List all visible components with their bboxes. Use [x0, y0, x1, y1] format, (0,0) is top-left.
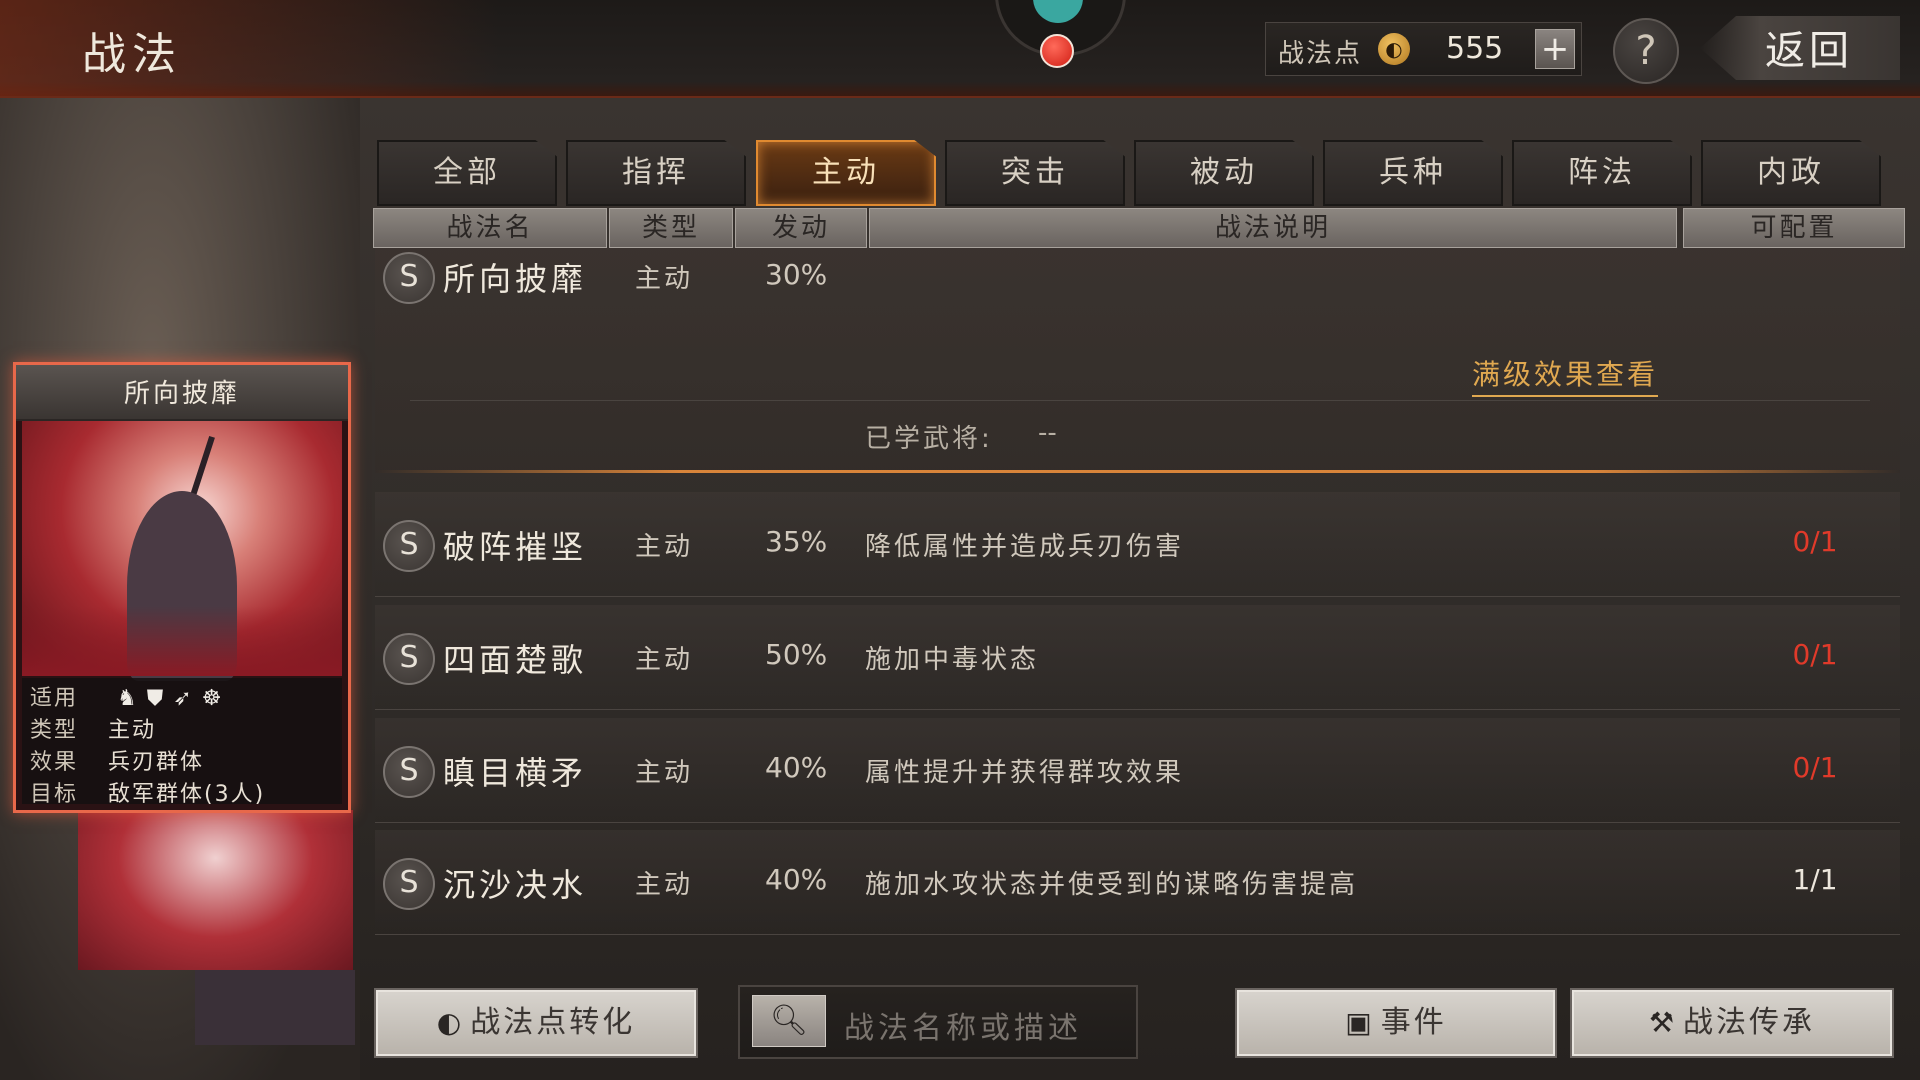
tactic-type: 主动 [635, 264, 694, 294]
card-artwork [22, 421, 342, 681]
help-button[interactable]: ? [1613, 18, 1679, 84]
hammer-icon: ⚒ [1648, 1006, 1678, 1039]
tab-assault[interactable]: 突击 [945, 140, 1125, 206]
learned-generals-label: 已学武将: [865, 424, 993, 454]
header-tactic-name[interactable]: 战法名 [373, 208, 607, 248]
tactic-description: 降低属性并造成兵刃伤害 [865, 532, 1185, 562]
tactic-type: 主动 [635, 645, 694, 675]
tab-formation[interactable]: 阵法 [1512, 140, 1692, 206]
card-stack-back [78, 810, 353, 970]
event-icon: ▣ [1345, 1006, 1375, 1039]
tab-active[interactable]: 主动 [756, 140, 936, 206]
table-row[interactable]: S 破阵摧坚 主动 35% 降低属性并造成兵刃伤害 0/1 [375, 492, 1900, 597]
info-target: 目标 敌军群体(3人) [30, 776, 266, 807]
tactic-description: 属性提升并获得群攻效果 [865, 758, 1185, 788]
tactic-name: 破阵摧坚 [443, 528, 588, 566]
grade-badge: S [383, 252, 435, 304]
learned-generals-value: -- [1038, 418, 1057, 448]
page-title: 战法 [82, 29, 182, 80]
table-row[interactable]: S 瞋目横矛 主动 40% 属性提升并获得群攻效果 0/1 [375, 718, 1900, 823]
tactic-inherit-button[interactable]: ⚒ 战法传承 [1570, 988, 1894, 1058]
info-type: 类型 主动 [30, 712, 157, 743]
header-trigger-rate[interactable]: 发动 [735, 208, 867, 248]
tactic-rate: 40% [765, 751, 828, 784]
info-type-value: 主动 [108, 718, 157, 743]
tactic-name: 瞋目横矛 [443, 754, 588, 792]
info-target-label: 目标 [30, 782, 79, 807]
search-icon[interactable]: 🔍︎ [752, 995, 826, 1047]
card-title: 所向披靡 [123, 379, 240, 409]
info-type-label: 类型 [30, 718, 79, 743]
tab-passive[interactable]: 被动 [1134, 140, 1314, 206]
tactic-rate: 35% [765, 525, 828, 558]
flame-coin-icon: ◐ [1378, 33, 1410, 65]
mascot-icon [1033, 0, 1083, 23]
shield-icon: ⛊ [146, 686, 174, 711]
tactic-rate: 40% [765, 863, 828, 896]
tactic-points-panel: 战法点 ◐ 555 + [1265, 22, 1582, 76]
tab-internal[interactable]: 内政 [1701, 140, 1881, 206]
table-row[interactable]: S 沉沙决水 主动 40% 施加水攻状态并使受到的谋略伤害提高 1/1 [375, 830, 1900, 935]
header-description: 战法说明 [869, 208, 1677, 248]
title-glow [0, 0, 500, 96]
back-button-label[interactable]: 返回 [1765, 18, 1853, 76]
convert-points-label: 战法点转化 [470, 1005, 636, 1040]
tab-troop[interactable]: 兵种 [1323, 140, 1503, 206]
wheel-icon: ☸ [201, 686, 232, 711]
tactic-points-value: 555 [1446, 31, 1504, 66]
tab-command[interactable]: 指挥 [566, 140, 746, 206]
grade-badge: S [383, 858, 435, 910]
card-info-panel: 适用 ♞⛊➶☸ 类型 主动 效果 兵刃群体 目标 敌军群体(3人) [22, 678, 342, 807]
info-effect-value: 兵刃群体 [108, 750, 205, 775]
max-level-effect-link[interactable]: 满级效果查看 [1472, 353, 1659, 397]
event-label: 事件 [1380, 1005, 1447, 1040]
archer-icon: ➶ [173, 686, 202, 711]
expanded-tactic-row[interactable]: S 所向披靡 主动 30% [375, 248, 1900, 473]
tactic-rate: 50% [765, 638, 828, 671]
divider [410, 400, 1870, 401]
configurable-count: 0/1 [1792, 751, 1838, 784]
grade-badge: S [383, 746, 435, 798]
info-effect: 效果 兵刃群体 [30, 744, 205, 775]
tactic-type: 主动 [635, 758, 694, 788]
add-points-button[interactable]: + [1535, 29, 1575, 69]
tab-all[interactable]: 全部 [377, 140, 557, 206]
notification-dot [1040, 34, 1074, 68]
event-button[interactable]: ▣ 事件 [1235, 988, 1557, 1058]
info-target-value: 敌军群体(3人) [108, 782, 266, 807]
search-placeholder: 战法名称或描述 [844, 1011, 1082, 1046]
info-applicable-label: 适用 [30, 686, 79, 711]
tactic-type: 主动 [635, 870, 694, 900]
header-type[interactable]: 类型 [609, 208, 733, 248]
convert-points-button[interactable]: ◐ 战法点转化 [374, 988, 698, 1058]
configurable-count: 0/1 [1792, 525, 1838, 558]
card-title-bar: 所向披靡 [16, 365, 348, 421]
tactic-rate: 30% [765, 258, 828, 291]
header-configurable[interactable]: 可配置 [1683, 208, 1905, 248]
info-effect-label: 效果 [30, 750, 79, 775]
tactic-description: 施加中毒状态 [865, 645, 1040, 675]
tactic-name: 沉沙决水 [443, 866, 588, 904]
configurable-count: 1/1 [1792, 863, 1838, 896]
army-crowd-illustration [22, 606, 342, 676]
tactic-description: 施加水攻状态并使受到的谋略伤害提高 [865, 870, 1359, 900]
search-field[interactable]: 🔍︎ 战法名称或描述 [738, 985, 1138, 1059]
flame-coin-icon: ◐ [436, 1006, 465, 1039]
grade-badge: S [383, 633, 435, 685]
tactic-type: 主动 [635, 532, 694, 562]
configurable-count: 0/1 [1792, 638, 1838, 671]
table-row[interactable]: S 四面楚歌 主动 50% 施加中毒状态 0/1 [375, 605, 1900, 710]
tactic-card[interactable]: 所向披靡 适用 ♞⛊➶☸ 类型 主动 效果 兵刃群体 目标 敌军群体(3人) [13, 362, 351, 813]
cavalry-icon: ♞ [117, 686, 147, 711]
troop-type-icons: ♞⛊➶☸ [117, 686, 231, 711]
tactic-name: 所向披靡 [443, 260, 588, 298]
tactic-points-label: 战法点 [1278, 39, 1363, 69]
expanded-row-underline [375, 470, 1900, 473]
info-applicable: 适用 ♞⛊➶☸ [30, 680, 231, 711]
tactic-inherit-label: 战法传承 [1683, 1005, 1816, 1040]
card-stack-back-2 [195, 970, 355, 1045]
tactic-name: 四面楚歌 [443, 641, 588, 679]
grade-badge: S [383, 520, 435, 572]
